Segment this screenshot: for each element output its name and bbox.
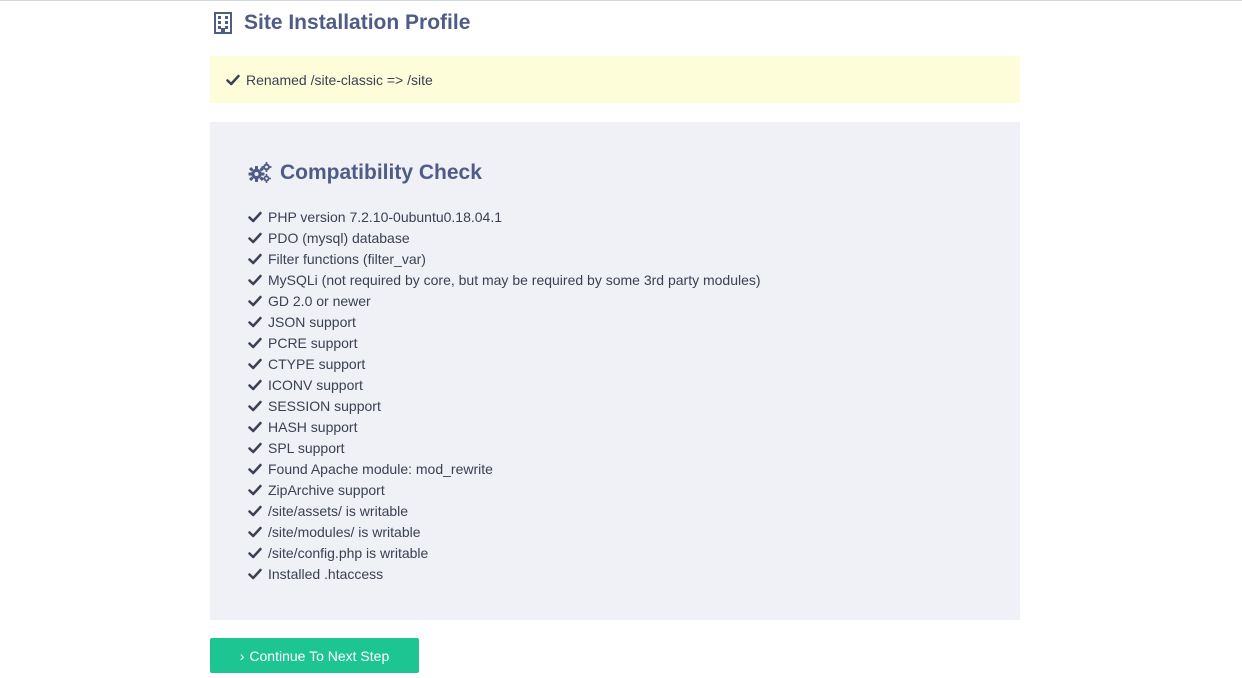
top-border (0, 0, 1242, 1)
check-item-label: PHP version 7.2.10-0ubuntu0.18.04.1 (268, 208, 503, 225)
check-icon (248, 274, 262, 285)
check-item: CTYPE support (248, 353, 761, 374)
check-item-label: ZipArchive support (268, 481, 385, 498)
page-header: Site Installation Profile (214, 10, 470, 36)
check-item-label: ICONV support (268, 376, 363, 393)
check-item: MySQLi (not required by core, but may be… (248, 269, 761, 290)
check-item: JSON support (248, 311, 761, 332)
check-item-label: /site/config.php is writable (268, 544, 429, 561)
compatibility-header: Compatibility Check (248, 160, 482, 186)
check-item-label: Found Apache module: mod_rewrite (268, 460, 493, 477)
check-icon (248, 547, 262, 558)
continue-button-label: Continue To Next Step (249, 647, 390, 664)
check-item-label: PDO (mysql) database (268, 229, 410, 246)
check-item: /site/config.php is writable (248, 542, 761, 563)
compatibility-list: PHP version 7.2.10-0ubuntu0.18.04.1 PDO … (248, 206, 761, 584)
check-icon (248, 421, 262, 432)
check-icon (248, 337, 262, 348)
check-item: GD 2.0 or newer (248, 290, 761, 311)
check-icon (248, 316, 262, 327)
check-item-label: /site/modules/ is writable (268, 523, 421, 540)
check-item: Found Apache module: mod_rewrite (248, 458, 761, 479)
check-icon (248, 211, 262, 222)
check-icon (248, 526, 262, 537)
page-title: Site Installation Profile (244, 11, 471, 34)
compatibility-title: Compatibility Check (280, 161, 482, 184)
check-item-label: PCRE support (268, 334, 358, 351)
rename-notice: Renamed /site-classic => /site (210, 56, 1020, 103)
check-item-label: MySQLi (not required by core, but may be… (268, 271, 761, 288)
check-icon (248, 232, 262, 243)
check-item-label: JSON support (268, 313, 356, 330)
rename-notice-text: Renamed /site-classic => /site (246, 71, 433, 88)
check-item-label: Installed .htaccess (268, 565, 384, 582)
check-item: ICONV support (248, 374, 761, 395)
chevron-right-icon: › (239, 647, 245, 664)
check-item: Installed .htaccess (248, 563, 761, 584)
check-item-label: SESSION support (268, 397, 381, 414)
check-item: /site/modules/ is writable (248, 521, 761, 542)
check-item-label: Filter functions (filter_var) (268, 250, 426, 267)
gears-icon (248, 162, 272, 183)
check-item: /site/assets/ is writable (248, 500, 761, 521)
check-item: SPL support (248, 437, 761, 458)
check-item: HASH support (248, 416, 761, 437)
compatibility-panel: Compatibility Check PHP version 7.2.10-0… (210, 122, 1020, 620)
check-item-label: HASH support (268, 418, 358, 435)
check-icon (248, 463, 262, 474)
check-icon (248, 379, 262, 390)
check-item: PDO (mysql) database (248, 227, 761, 248)
check-item: Filter functions (filter_var) (248, 248, 761, 269)
check-item: SESSION support (248, 395, 761, 416)
check-icon (248, 253, 262, 264)
check-item-label: GD 2.0 or newer (268, 292, 371, 309)
check-icon (248, 358, 262, 369)
check-item-label: /site/assets/ is writable (268, 502, 409, 519)
check-icon (248, 442, 262, 453)
check-item: PCRE support (248, 332, 761, 353)
check-icon (248, 400, 262, 411)
check-icon (226, 74, 240, 85)
check-item-label: CTYPE support (268, 355, 366, 372)
check-item-label: SPL support (268, 439, 345, 456)
building-icon (214, 12, 232, 34)
check-item: ZipArchive support (248, 479, 761, 500)
check-icon (248, 505, 262, 516)
check-icon (248, 484, 262, 495)
check-icon (248, 295, 262, 306)
continue-button[interactable]: › Continue To Next Step (210, 638, 419, 673)
check-icon (248, 568, 262, 579)
check-item: PHP version 7.2.10-0ubuntu0.18.04.1 (248, 206, 761, 227)
